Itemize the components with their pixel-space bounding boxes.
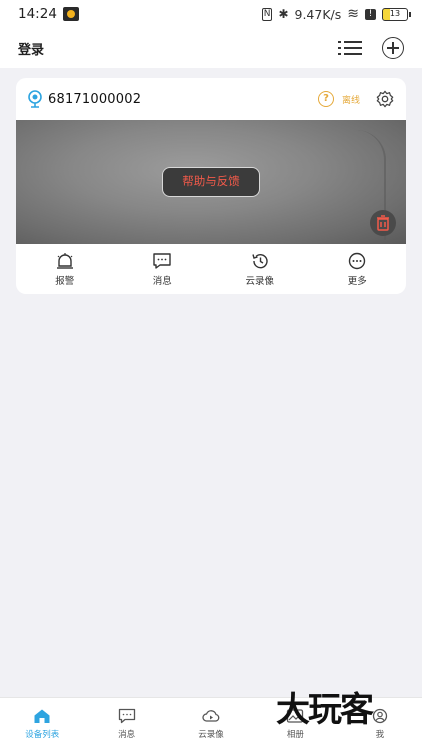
- device-actions: 报警 消息 云录像 更多: [16, 244, 406, 294]
- offline-status: 离线: [341, 95, 360, 106]
- cloud-play-icon: [202, 710, 220, 722]
- device-card-header: 68171000002 ? 离线: [16, 78, 406, 120]
- home-icon: [34, 709, 50, 723]
- status-bar: 14:24 N ✱ 9.47K/s ≋ ! 13: [0, 0, 422, 28]
- history-icon: [252, 253, 268, 268]
- message-label: 消息: [152, 275, 172, 287]
- watermark-logo: 大玩客: [276, 690, 374, 730]
- more-label: 更多: [347, 275, 367, 287]
- add-device-icon[interactable]: [382, 37, 404, 59]
- cloud-record-label: 云录像: [245, 275, 274, 287]
- more-action[interactable]: 更多: [309, 244, 407, 294]
- battery-icon: 13: [382, 7, 411, 21]
- alert-icon: !: [365, 8, 376, 20]
- notification-app-icon: [62, 7, 79, 21]
- nav-cloud-record-label: 云录像: [198, 730, 224, 740]
- help-feedback-button[interactable]: 帮助与反馈: [162, 167, 260, 197]
- gear-icon[interactable]: [376, 90, 394, 108]
- trash-icon: [377, 215, 389, 231]
- nfc-icon: N: [261, 7, 273, 21]
- login-link[interactable]: 登录: [18, 39, 44, 58]
- nav-messages-label: 消息: [118, 730, 136, 740]
- nav-device-list[interactable]: 设备列表: [0, 698, 84, 750]
- help-icon[interactable]: ?: [317, 91, 334, 107]
- camera-icon: [28, 90, 42, 108]
- alarm-bell-icon: [56, 252, 73, 269]
- device-card: 68171000002 ? 离线 帮助与反馈 报警 消息 云录像 更多: [16, 78, 406, 294]
- header-actions: [338, 37, 404, 59]
- wifi-icon: ≋: [347, 6, 359, 22]
- message-icon: [118, 708, 135, 724]
- network-speed: 9.47K/s: [294, 6, 342, 22]
- message-icon: [153, 252, 171, 269]
- cloud-record-action[interactable]: 云录像: [211, 244, 309, 294]
- nav-cloud-record[interactable]: 云录像: [169, 698, 253, 750]
- device-id[interactable]: 68171000002: [48, 92, 141, 107]
- app-header: 登录: [0, 28, 422, 68]
- status-time: 14:24: [18, 6, 57, 22]
- delete-button[interactable]: [370, 210, 396, 236]
- nav-profile-label: 我: [375, 730, 385, 740]
- nav-device-list-label: 设备列表: [25, 730, 60, 740]
- status-indicators: N ✱ 9.47K/s ≋ ! 13: [261, 6, 411, 22]
- video-preview[interactable]: 帮助与反馈: [16, 120, 406, 244]
- bluetooth-icon: ✱: [278, 7, 289, 21]
- message-action[interactable]: 消息: [114, 244, 212, 294]
- profile-icon: [372, 708, 387, 724]
- alarm-label: 报警: [55, 275, 75, 287]
- more-icon: [349, 252, 366, 269]
- device-status-group: ? 离线: [317, 90, 394, 108]
- list-icon[interactable]: [338, 39, 362, 57]
- alarm-action[interactable]: 报警: [16, 244, 114, 294]
- nav-messages[interactable]: 消息: [84, 698, 168, 750]
